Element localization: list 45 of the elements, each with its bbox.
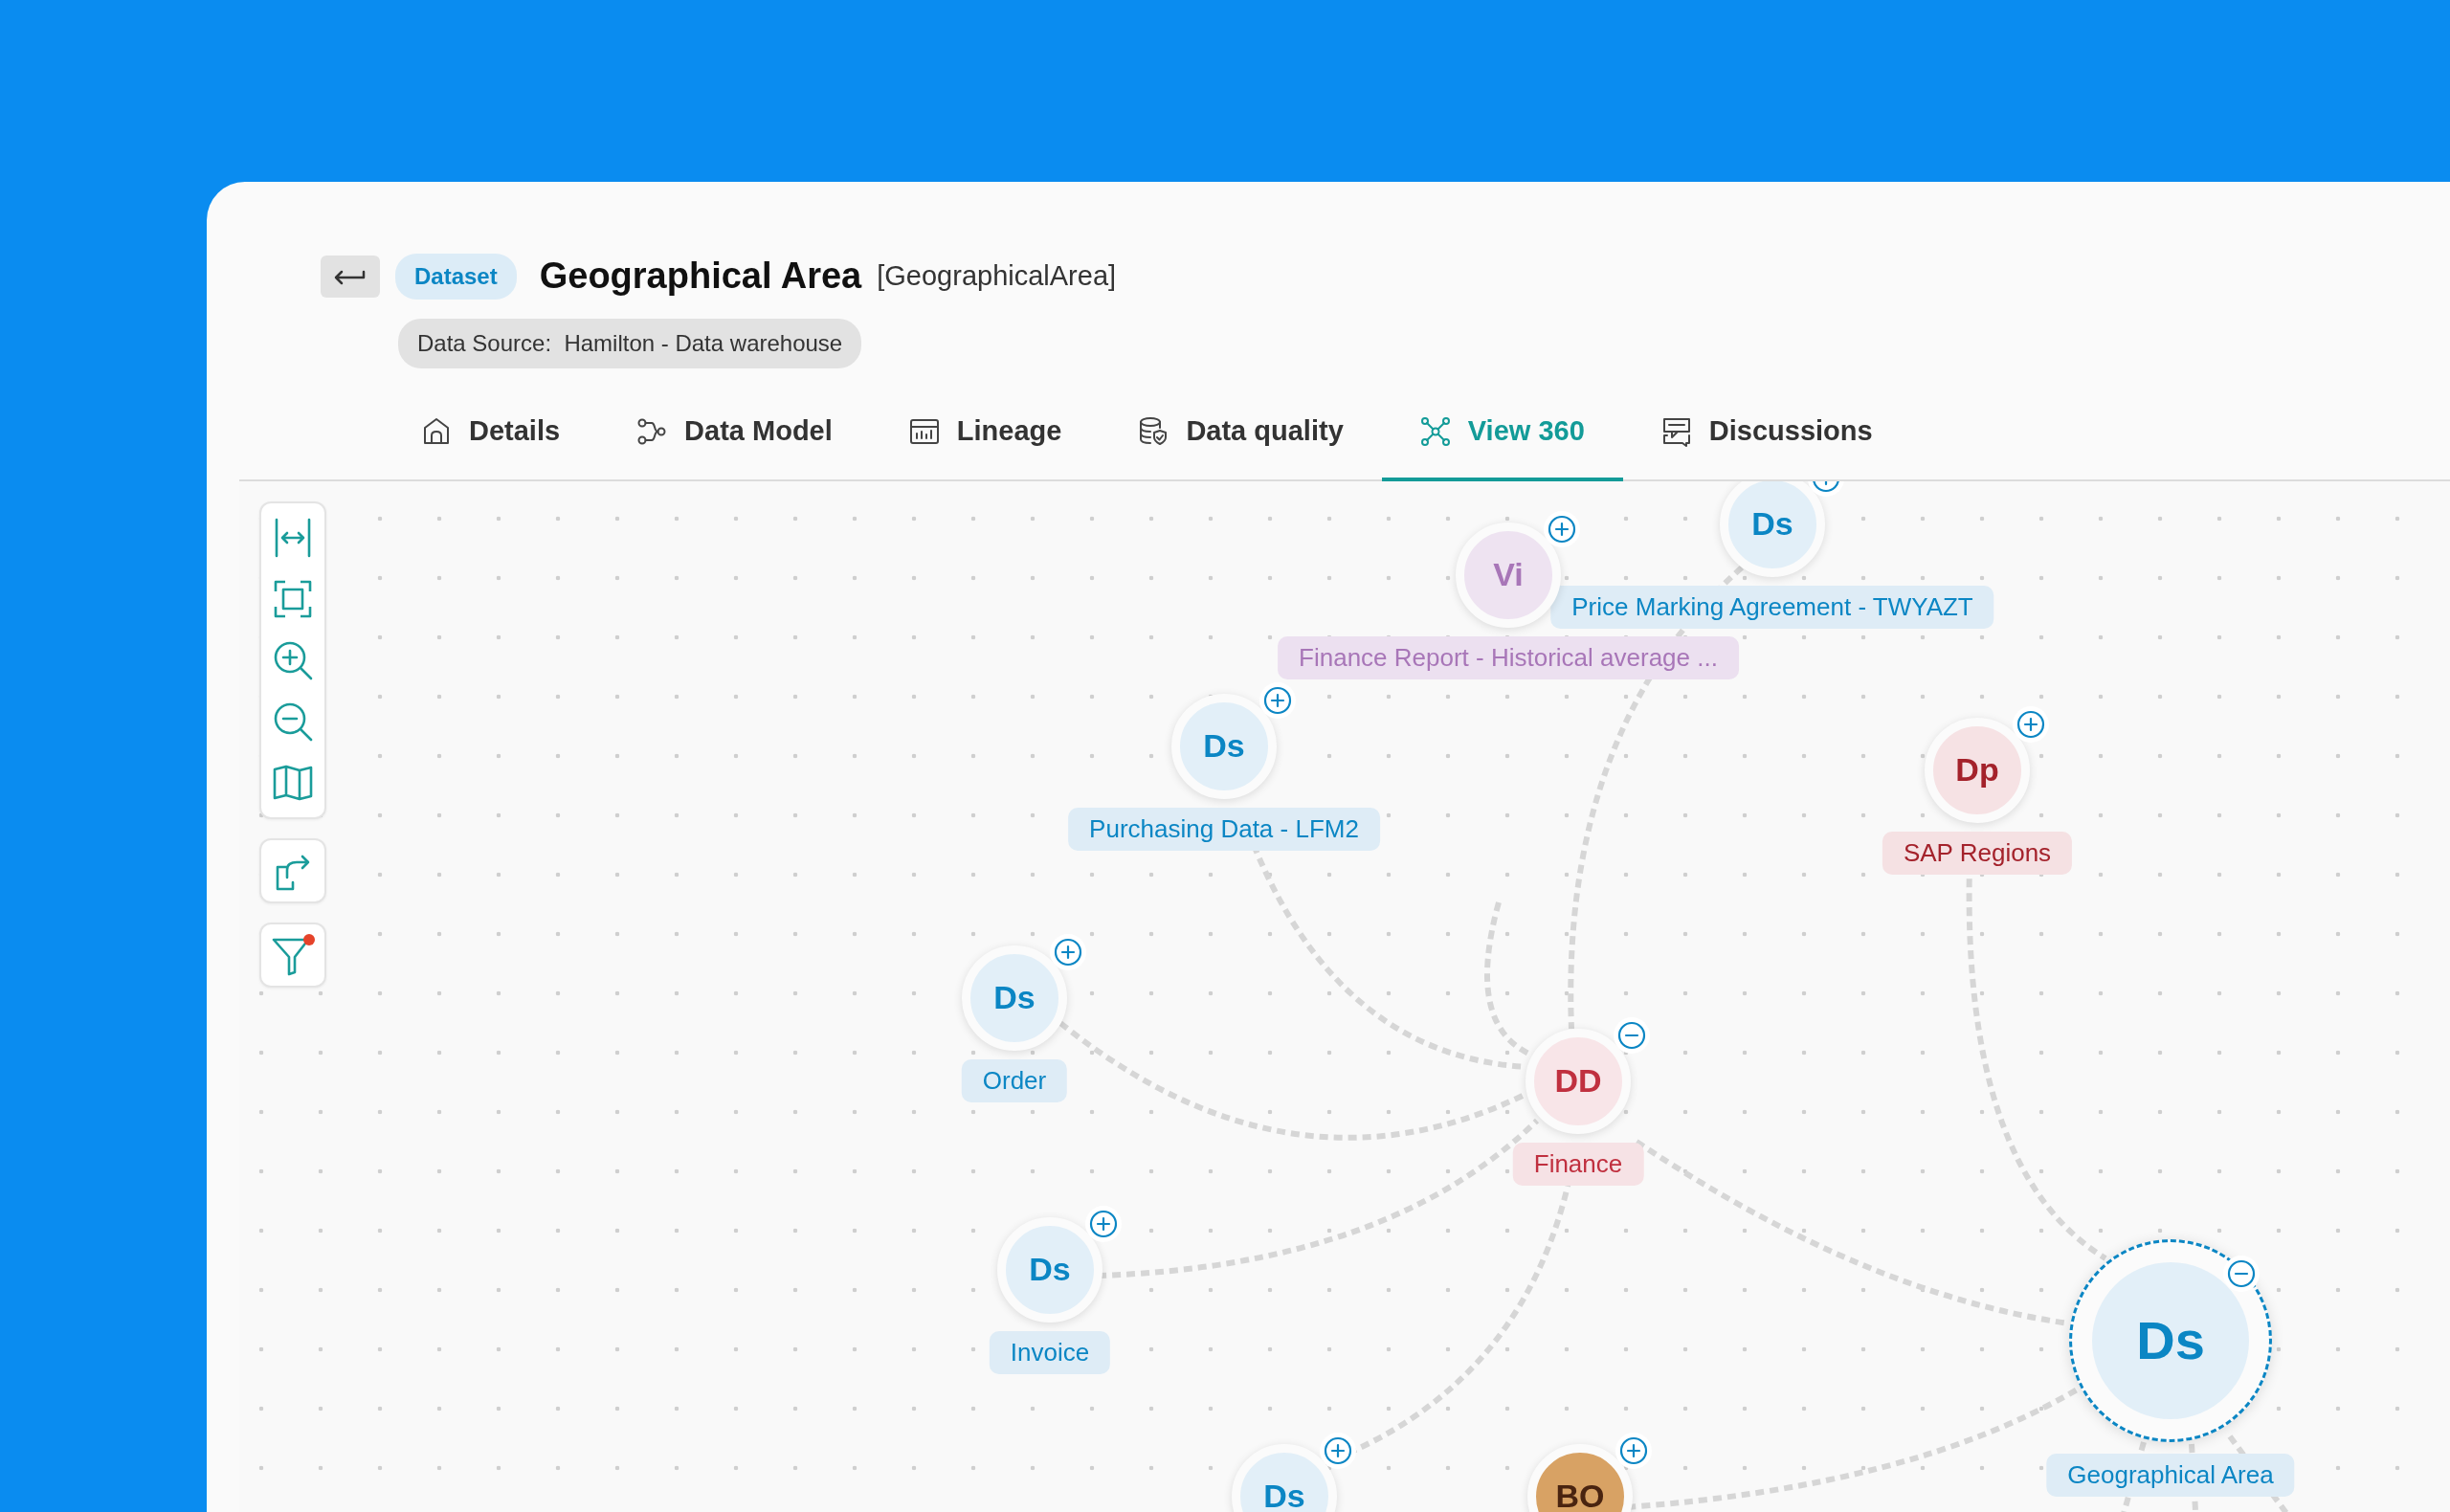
network-icon <box>1419 415 1451 447</box>
tab[interactable]: Discussions <box>1622 389 1911 481</box>
database-shield-icon <box>1138 415 1169 447</box>
tab[interactable]: Data quality <box>1100 389 1382 481</box>
plus-icon <box>1089 1209 1118 1238</box>
plus-icon <box>2016 709 2045 739</box>
zoom-out-icon <box>273 700 313 742</box>
fit-screen-icon <box>273 578 313 619</box>
zoom-in-icon <box>273 639 313 680</box>
house-icon <box>421 415 452 447</box>
map-icon <box>273 764 313 801</box>
fit-width-icon <box>273 517 313 558</box>
node-label: SAP Regions <box>1882 831 2073 875</box>
expand-button[interactable] <box>1259 681 1296 719</box>
tab[interactable]: Lineage <box>870 389 1101 481</box>
collapse-button[interactable] <box>2223 1255 2260 1292</box>
node-label: Invoice <box>989 1330 1111 1374</box>
technical-name: [GeographicalArea] <box>877 258 1117 293</box>
plus-icon <box>1324 1435 1352 1465</box>
back-button[interactable] <box>321 255 380 298</box>
page-title: Geographical Area <box>539 255 862 298</box>
node-label: Purchasing Data - LFM2 <box>1068 807 1380 851</box>
node-label: Finance Report - Historical average ... <box>1278 635 1739 679</box>
tab[interactable]: Details <box>383 389 599 481</box>
plus-icon <box>1619 1435 1648 1465</box>
plus-icon <box>1263 685 1292 715</box>
node-label: Geographical Area <box>2046 1453 2295 1497</box>
collapse-button[interactable] <box>1614 1016 1650 1054</box>
expand-button[interactable] <box>1615 1432 1652 1469</box>
plus-icon <box>1054 937 1082 967</box>
minus-icon <box>2227 1258 2256 1288</box>
minus-icon <box>1617 1020 1646 1050</box>
node-label: Price Marking Agreement - TWYAZT <box>1550 585 1994 629</box>
data-source-tag: Data Source: Hamilton - Data warehouse <box>398 319 862 368</box>
tab[interactable]: Data Model <box>598 389 871 481</box>
type-badge: Dataset <box>395 253 517 300</box>
expand-button[interactable] <box>1050 933 1086 970</box>
node-label: Finance <box>1512 1142 1644 1186</box>
expand-button[interactable] <box>2013 705 2049 743</box>
expand-button[interactable] <box>1544 510 1580 547</box>
expand-button[interactable] <box>1320 1432 1356 1469</box>
node-label: Order <box>961 1058 1068 1102</box>
plus-icon <box>1548 514 1576 544</box>
expand-button[interactable] <box>1085 1205 1122 1242</box>
chat-icon <box>1660 415 1692 447</box>
